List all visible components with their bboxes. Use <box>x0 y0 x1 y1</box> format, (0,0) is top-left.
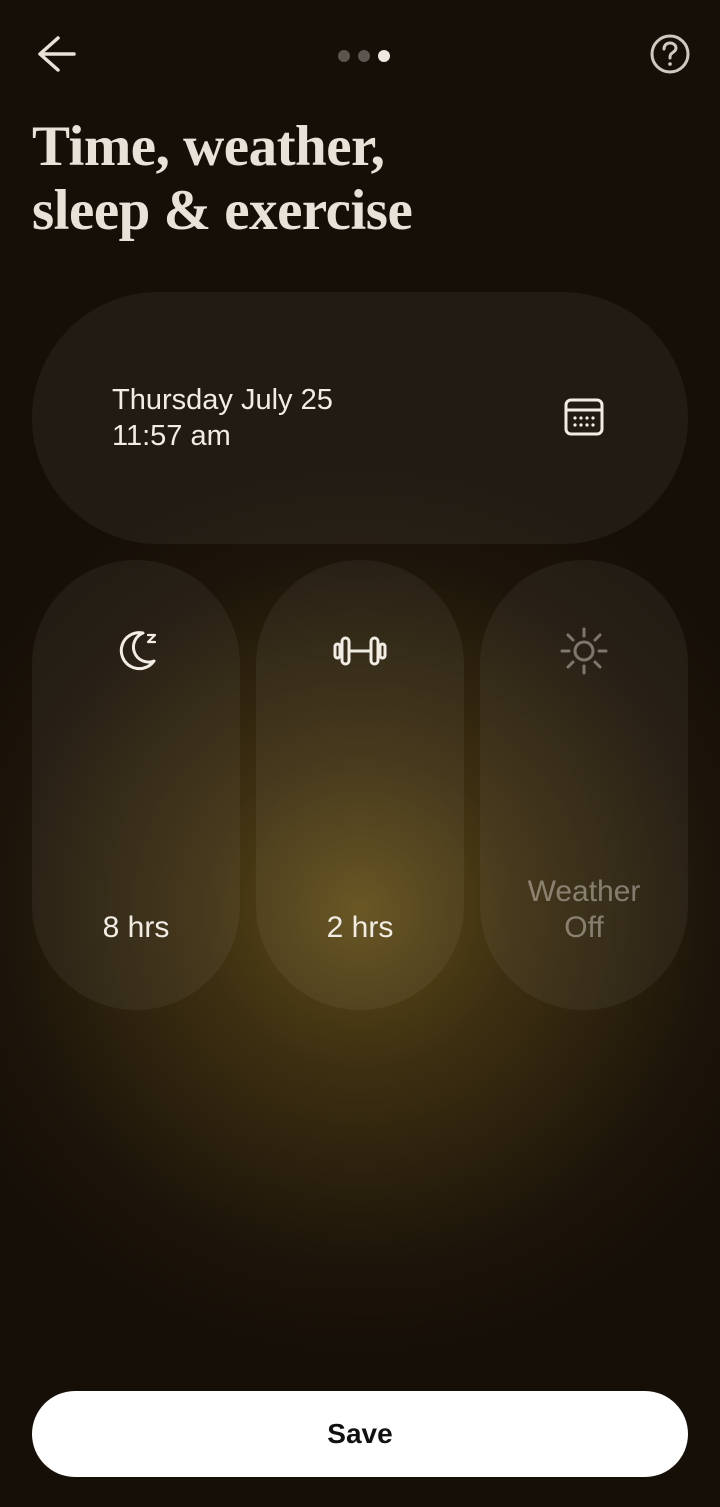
arrow-left-icon <box>30 30 78 83</box>
calendar-icon <box>560 392 608 445</box>
datetime-card[interactable]: Thursday July 25 11:57 am <box>32 292 688 544</box>
weather-line2: Off <box>564 911 603 944</box>
content-cards: Thursday July 25 11:57 am <box>32 292 688 1010</box>
header <box>0 30 720 82</box>
weather-card[interactable]: Weather Off <box>480 560 688 1010</box>
metrics-row: 8 hrs 2 hrs <box>32 560 688 1010</box>
weather-line1: Weather <box>528 875 641 908</box>
title-line-2: sleep & exercise <box>32 179 412 242</box>
help-button[interactable] <box>648 34 692 78</box>
pager-dot-3 <box>378 50 390 62</box>
help-icon <box>649 33 691 80</box>
sun-icon <box>558 616 610 686</box>
date-label: Thursday July 25 <box>112 382 333 418</box>
sleep-value: 8 hrs <box>103 910 170 946</box>
pager-dot-1 <box>338 50 350 62</box>
datetime-text: Thursday July 25 11:57 am <box>112 382 333 455</box>
page-title: Time, weather, sleep & exercise <box>32 115 688 244</box>
dumbbell-icon <box>330 616 390 686</box>
exercise-value: 2 hrs <box>327 910 394 946</box>
weather-value: Weather Off <box>528 874 641 946</box>
moon-sleep-icon <box>110 616 162 686</box>
pager-dot-2 <box>358 50 370 62</box>
time-label: 11:57 am <box>112 418 333 454</box>
page-indicator <box>338 50 390 62</box>
sleep-card[interactable]: 8 hrs <box>32 560 240 1010</box>
title-line-1: Time, weather, <box>32 115 384 178</box>
back-button[interactable] <box>28 30 80 82</box>
exercise-card[interactable]: 2 hrs <box>256 560 464 1010</box>
save-button[interactable]: Save <box>32 1391 688 1477</box>
